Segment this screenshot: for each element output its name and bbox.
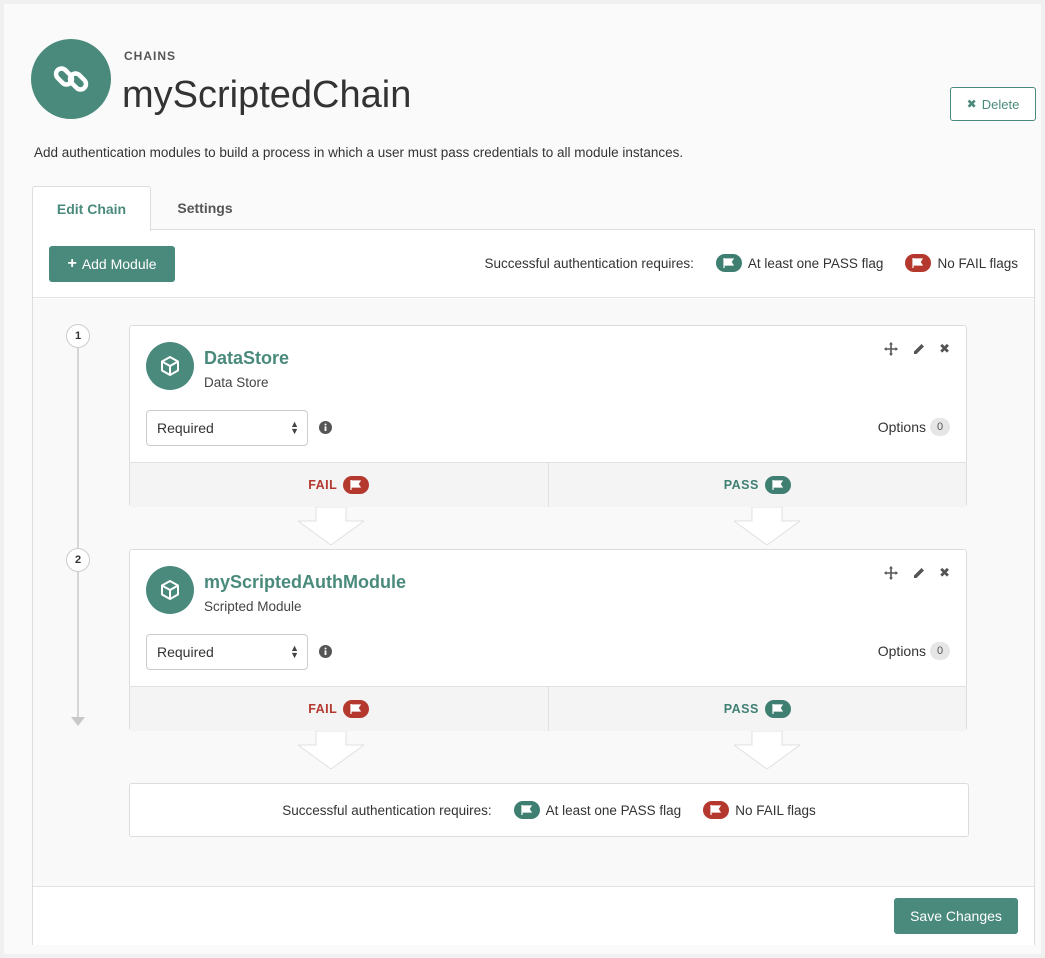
options-count-badge: 0: [930, 418, 950, 436]
pass-requirement: At least one PASS flag: [747, 255, 884, 271]
module-outcomes: FAIL PASS: [130, 686, 966, 731]
options-link[interactable]: Options 0: [878, 418, 950, 436]
timeline-line: [77, 325, 79, 717]
options-link[interactable]: Options 0: [878, 642, 950, 660]
pass-flag-icon: [715, 254, 742, 272]
pass-label: PASS: [723, 478, 759, 492]
options-count-badge: 0: [930, 642, 950, 660]
chain-toolbar: + Add Module Successful authentication r…: [33, 230, 1034, 298]
chain-area: 1 DataStore Data Store ✖ Required ▲ ▼ Op…: [33, 299, 1034, 886]
info-icon[interactable]: [319, 421, 332, 434]
plus-icon: +: [67, 255, 77, 272]
module-type: Data Store: [204, 375, 269, 390]
cube-icon: [146, 566, 194, 614]
module-card: myScriptedAuthModule Scripted Module ✖ R…: [129, 549, 967, 731]
move-icon[interactable]: [884, 342, 899, 356]
flow-arrow-icon: [734, 507, 800, 545]
fail-flag-icon: [343, 700, 370, 718]
add-module-label: Add Module: [81, 256, 157, 272]
page-title: myScriptedChain: [122, 74, 412, 116]
criteria-value: Required: [157, 644, 214, 660]
fail-flag-icon: [703, 801, 730, 819]
page: CHAINS myScriptedChain ✖ Delete Add auth…: [4, 4, 1041, 954]
summary-pass-requirement: At least one PASS flag: [545, 802, 682, 818]
requirements-prefix: Successful authentication requires:: [484, 255, 694, 271]
criteria-select[interactable]: Required ▲ ▼: [146, 634, 308, 670]
fail-flag-icon: [343, 476, 370, 494]
fail-outcome: FAIL: [130, 463, 549, 507]
close-icon: ✖: [966, 97, 977, 111]
options-label: Options: [877, 419, 926, 435]
breadcrumb: CHAINS: [124, 49, 177, 63]
fail-requirement: No FAIL flags: [937, 255, 1018, 271]
tab-settings[interactable]: Settings: [159, 186, 251, 230]
select-caret-icon: ▲ ▼: [290, 419, 299, 436]
pass-flag-icon: [513, 801, 540, 819]
pass-outcome: PASS: [549, 463, 967, 507]
panel-footer: Save Changes: [33, 886, 1034, 945]
delete-button-label: Delete: [981, 96, 1020, 112]
cube-icon: [146, 342, 194, 390]
flow-arrow-icon: [298, 731, 364, 769]
pass-flag-icon: [764, 700, 791, 718]
timeline-arrow-icon: [71, 717, 85, 726]
step-number: 1: [66, 324, 90, 348]
fail-label: FAIL: [308, 478, 338, 492]
info-icon[interactable]: [319, 645, 332, 658]
module-outcomes: FAIL PASS: [130, 462, 966, 507]
module-name[interactable]: DataStore: [204, 348, 289, 369]
add-module-button[interactable]: + Add Module: [49, 246, 175, 282]
options-label: Options: [877, 643, 926, 659]
select-caret-icon: ▲ ▼: [290, 643, 299, 660]
module-card: DataStore Data Store ✖ Required ▲ ▼ Opti…: [129, 325, 967, 507]
fail-outcome: FAIL: [130, 687, 549, 731]
tab-edit-chain[interactable]: Edit Chain: [32, 186, 151, 231]
module-name[interactable]: myScriptedAuthModule: [204, 572, 406, 593]
summary-fail-requirement: No FAIL flags: [735, 802, 816, 818]
edit-icon[interactable]: [912, 343, 925, 356]
fail-flag-icon: [905, 254, 932, 272]
requirements-legend: Successful authentication requires: At l…: [484, 254, 1018, 272]
edit-chain-panel: + Add Module Successful authentication r…: [32, 229, 1035, 945]
pass-outcome: PASS: [549, 687, 967, 731]
chain-link-icon: [31, 39, 111, 119]
page-description: Add authentication modules to build a pr…: [34, 145, 684, 160]
summary-prefix: Successful authentication requires:: [282, 802, 492, 818]
criteria-select[interactable]: Required ▲ ▼: [146, 410, 308, 446]
step-number: 2: [66, 548, 90, 572]
remove-icon[interactable]: ✖: [939, 565, 950, 581]
move-icon[interactable]: [884, 566, 899, 580]
pass-label: PASS: [723, 702, 759, 716]
save-changes-button[interactable]: Save Changes: [894, 898, 1018, 934]
criteria-value: Required: [157, 420, 214, 436]
flow-arrow-icon: [298, 507, 364, 545]
module-actions: ✖: [884, 341, 950, 357]
fail-label: FAIL: [308, 702, 338, 716]
edit-icon[interactable]: [912, 567, 925, 580]
pass-flag-icon: [764, 476, 791, 494]
flow-arrow-icon: [734, 731, 800, 769]
delete-button[interactable]: ✖ Delete: [950, 87, 1036, 121]
requirements-summary: Successful authentication requires: At l…: [129, 783, 969, 837]
remove-icon[interactable]: ✖: [939, 341, 950, 357]
module-actions: ✖: [884, 565, 950, 581]
module-type: Scripted Module: [204, 599, 302, 614]
